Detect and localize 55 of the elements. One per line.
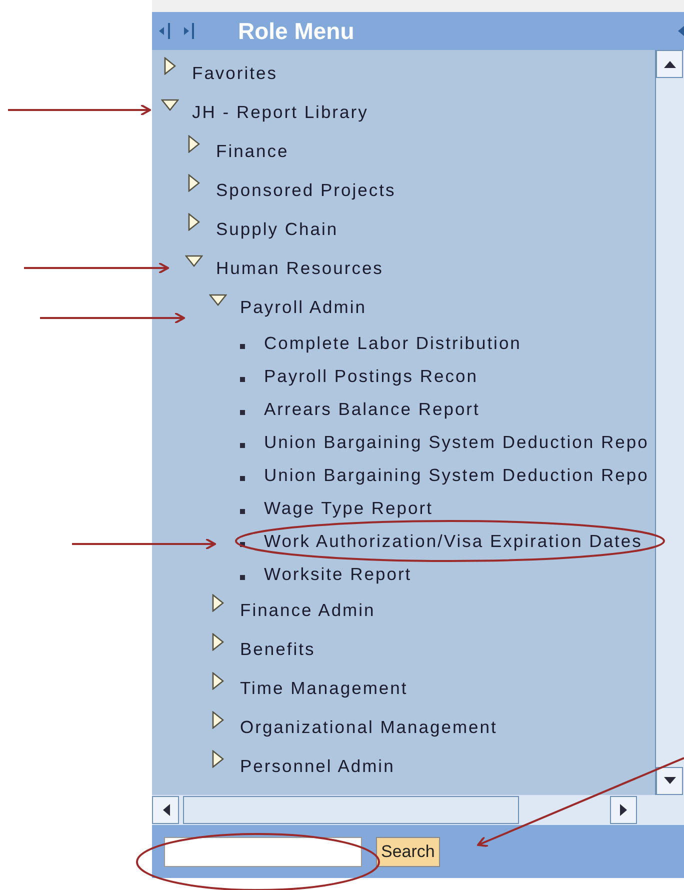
report-link[interactable]: Wage Type Report <box>264 495 433 522</box>
search-button[interactable]: Search <box>376 836 440 866</box>
collapsed-triangle-icon[interactable] <box>212 633 224 651</box>
search-field[interactable] <box>164 836 362 866</box>
scroll-right-button[interactable] <box>610 796 637 824</box>
collapsed-triangle-icon[interactable] <box>212 711 224 729</box>
scroll-up-button[interactable] <box>656 50 683 78</box>
bullet-icon <box>240 410 244 415</box>
tree-folder[interactable]: Finance <box>216 138 289 165</box>
report-link[interactable]: Union Bargaining System Deduction Repo <box>264 429 649 456</box>
report-link[interactable]: Arrears Balance Report <box>264 396 480 423</box>
collapse-icon[interactable] <box>678 24 684 38</box>
expand-right-icon[interactable] <box>182 22 196 40</box>
tree-folder[interactable]: Human Resources <box>216 255 384 282</box>
collapsed-triangle-icon[interactable] <box>188 174 200 192</box>
scroll-left-button[interactable] <box>152 796 179 824</box>
right-arrow-icon <box>620 804 628 816</box>
down-arrow-icon <box>664 777 676 785</box>
up-arrow-icon <box>664 60 676 68</box>
bullet-icon <box>240 344 244 349</box>
left-arrow-icon <box>162 804 170 816</box>
tree-folder[interactable]: Supply Chain <box>216 216 338 243</box>
collapsed-triangle-icon[interactable] <box>212 672 224 690</box>
tree-folder[interactable]: Finance Admin <box>240 597 376 624</box>
collapsed-triangle-icon[interactable] <box>164 57 176 75</box>
expanded-triangle-icon[interactable] <box>209 294 227 306</box>
bullet-icon <box>240 509 244 514</box>
tree-folder[interactable]: JH - Report Library <box>192 99 368 126</box>
collapsed-triangle-icon[interactable] <box>212 594 224 612</box>
collapsed-triangle-icon[interactable] <box>212 750 224 768</box>
expanded-triangle-icon[interactable] <box>161 99 179 111</box>
tree-folder[interactable]: Personnel Admin <box>240 753 395 780</box>
tree-folder[interactable]: Favorites <box>192 60 278 87</box>
bullet-icon <box>240 443 244 448</box>
collapsed-triangle-icon[interactable] <box>188 213 200 231</box>
collapse-left-icon[interactable] <box>158 22 172 40</box>
report-link[interactable]: Worksite Report <box>264 561 412 588</box>
bullet-icon <box>240 575 244 580</box>
report-link[interactable]: Payroll Postings Recon <box>264 363 478 390</box>
bullet-icon <box>240 476 244 481</box>
panel-title: Role Menu <box>238 16 354 46</box>
tree-folder[interactable]: Time Management <box>240 675 408 702</box>
tree-folder[interactable]: Payroll Admin <box>240 294 366 321</box>
report-link[interactable]: Work Authorization/Visa Expiration Dates <box>264 528 642 555</box>
tree-folder[interactable]: Benefits <box>240 636 316 663</box>
bullet-icon <box>240 542 244 547</box>
scrollbar-thumb[interactable] <box>183 796 519 824</box>
tree-folder[interactable]: Sponsored Projects <box>216 177 396 204</box>
report-link[interactable]: Union Bargaining System Deduction Repo <box>264 462 649 489</box>
bullet-icon <box>240 377 244 382</box>
scroll-down-button[interactable] <box>656 767 683 795</box>
collapsed-triangle-icon[interactable] <box>188 135 200 153</box>
expanded-triangle-icon[interactable] <box>185 255 203 267</box>
tree-folder[interactable]: Organizational Management <box>240 714 498 741</box>
report-link[interactable]: Complete Labor Distribution <box>264 330 522 357</box>
